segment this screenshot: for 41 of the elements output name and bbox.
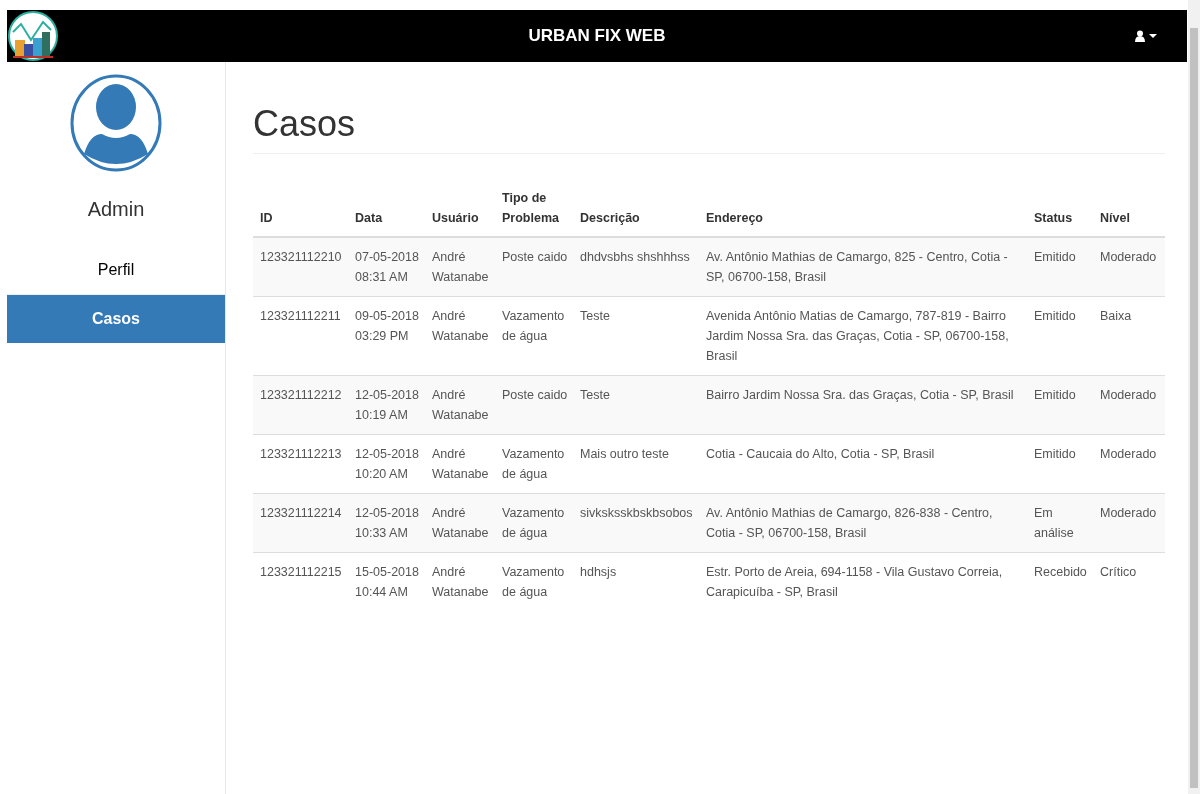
- table-cell: Moderado: [1093, 237, 1165, 297]
- table-cell: Emitido: [1027, 237, 1093, 297]
- table-cell: Av. Antônio Mathias de Camargo, 826-838 - Centro, Cotia - SP, 06700-158, Brasil: [699, 493, 1027, 553]
- table-cell: 07-05-2018 08:31 AM: [348, 237, 425, 297]
- user-name: Admin: [86, 197, 146, 222]
- scrollbar-thumb[interactable]: [1190, 28, 1198, 788]
- table-cell: André Watanabe: [425, 237, 495, 297]
- table-cell: 123321112212: [253, 375, 348, 435]
- table-cell: André Watanabe: [425, 493, 495, 553]
- table-cell: Bairro Jardim Nossa Sra. das Graças, Cotia - SP, Brasil: [699, 375, 1027, 435]
- table-cell: 12-05-2018 10:19 AM: [348, 375, 425, 435]
- table-cell: Poste caido: [495, 375, 573, 435]
- table-cell: Estr. Porto de Areia, 694-1158 - Vila Gustavo Correia, Carapicuíba - SP, Brasil: [699, 552, 1027, 612]
- table-cell: Moderado: [1093, 493, 1165, 553]
- table-cell: sivksksskbskbsobos: [573, 493, 699, 553]
- scrollbar[interactable]: [1188, 0, 1200, 794]
- page-title: Casos: [253, 102, 1165, 155]
- table-cell: Vazamento de água: [495, 493, 573, 553]
- table-cell: Teste: [573, 375, 699, 435]
- city-logo[interactable]: [7, 10, 59, 62]
- table-cell: 123321112214: [253, 493, 348, 553]
- avatar-icon: [70, 74, 162, 172]
- table-cell: 12-05-2018 10:33 AM: [348, 493, 425, 553]
- table-cell: Av. Antônio Mathias de Camargo, 825 - Centro, Cotia - SP, 06700-158, Brasil: [699, 237, 1027, 297]
- table-cell: hdhsjs: [573, 552, 699, 612]
- table-cell: Recebido: [1027, 552, 1093, 612]
- table-cell: Crítico: [1093, 552, 1165, 612]
- table-cell: Vazamento de água: [495, 552, 573, 612]
- table-cell: 15-05-2018 10:44 AM: [348, 552, 425, 612]
- app-title: URBAN FIX WEB: [528, 25, 666, 48]
- table-cell: dhdvsbhs shshhhss: [573, 237, 699, 297]
- table-cell: Em análise: [1027, 493, 1093, 553]
- table-cell: Emitido: [1027, 375, 1093, 435]
- table-cell: André Watanabe: [425, 375, 495, 435]
- sidebar-item[interactable]: Casos: [7, 295, 225, 343]
- table-cell: Moderado: [1093, 375, 1165, 435]
- table-cell: 123321112210: [253, 237, 348, 297]
- table-cell: Poste caido: [495, 237, 573, 297]
- user-menu-icon[interactable]: [1135, 30, 1157, 42]
- table-cell: 123321112215: [253, 552, 348, 612]
- table-cell: André Watanabe: [425, 552, 495, 612]
